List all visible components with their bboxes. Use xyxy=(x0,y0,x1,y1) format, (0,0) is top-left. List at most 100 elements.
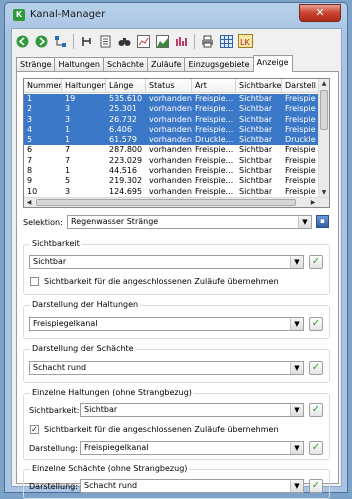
table-cell-status: vorhanden xyxy=(149,135,192,145)
tab-straenge[interactable]: Stränge xyxy=(16,57,56,72)
chevron-down-icon[interactable]: ▼ xyxy=(290,442,303,454)
table-cell-nummer: 6 xyxy=(27,145,33,155)
horizontal-scroll-thumb[interactable] xyxy=(36,199,296,206)
green-circle-arrow-left-icon[interactable] xyxy=(14,33,30,49)
chevron-down-icon[interactable]: ▼ xyxy=(298,216,311,228)
chevron-down-icon[interactable]: ▼ xyxy=(290,480,303,492)
straenge-table[interactable]: Nummer Haltungen Länge Status Art Sichtb… xyxy=(23,78,330,208)
column-header-sichtbarkeit[interactable]: Sichtbarkeit xyxy=(236,79,282,93)
einzelne-schaechte-darst-label: Darstellung: xyxy=(29,482,78,491)
table-cell-art: Freispie... xyxy=(195,124,234,134)
table-row[interactable]: 8 1 44.516 vorhanden Freispie... Sichtbar Frei… xyxy=(24,166,320,176)
column-header-nummer[interactable]: Nummer xyxy=(24,79,62,93)
vertical-scroll-thumb[interactable] xyxy=(320,90,328,130)
table-cell-darst: Freispie xyxy=(285,166,316,176)
toolbar-separator xyxy=(73,33,74,49)
apply-einzelne-schaechte-button[interactable]: ✓ xyxy=(309,479,323,493)
table-cell-haltungen: 5 xyxy=(65,176,71,186)
einzelne-schaechte-title: Einzelne Schächte (ohne Strangbezug) xyxy=(30,464,190,473)
save-icon[interactable]: ▪ xyxy=(316,215,329,228)
selektion-dropdown[interactable]: Regenwasser Stränge ▼ xyxy=(67,215,312,229)
tab-schaechte[interactable]: Schächte xyxy=(102,57,148,72)
scroll-right-icon[interactable]: ▶ xyxy=(308,198,318,207)
chevron-down-icon[interactable]: ▼ xyxy=(290,256,303,268)
printer-icon[interactable] xyxy=(199,33,215,49)
lk-tool-icon[interactable]: LK xyxy=(237,33,253,49)
column-header-haltungen[interactable]: Haltungen xyxy=(62,79,106,93)
table-row[interactable]: 2 3 25.301 vorhanden Freispie... Sichtbar Frei… xyxy=(24,104,320,115)
einzelne-haltungen-sicht-dropdown[interactable]: Sichtbar ▼ xyxy=(80,403,304,417)
table-cell-laenge: 535.610 xyxy=(109,94,143,103)
table-cell-darst: Freispie xyxy=(285,124,316,134)
apply-einzelne-haltungen-darst-button[interactable]: ✓ xyxy=(309,441,323,455)
horizontal-scrollbar[interactable]: ◀ ▶ xyxy=(24,197,329,207)
tab-zulaeufe[interactable]: Zuläufe xyxy=(146,57,186,72)
toolbar: LK xyxy=(14,31,256,51)
column-header-status[interactable]: Status xyxy=(146,79,192,93)
scroll-left-icon[interactable]: ◀ xyxy=(24,198,34,207)
apply-darstellung-schaechte-button[interactable]: ✓ xyxy=(309,361,323,375)
chevron-down-icon[interactable]: ▼ xyxy=(290,404,303,416)
sichtbarkeit-value: Sichtbar xyxy=(33,257,67,266)
tab-einzugsgebiete[interactable]: Einzugsgebiete xyxy=(184,57,254,72)
green-circle-arrow-right-icon[interactable] xyxy=(33,33,49,49)
grid-table-icon[interactable] xyxy=(218,33,234,49)
apply-sichtbarkeit-button[interactable]: ✓ xyxy=(309,255,323,269)
darstellung-schaechte-value: Schacht rund xyxy=(33,363,87,372)
table-row[interactable]: 3 3 26.732 vorhanden Freispie... Sichtbar Frei… xyxy=(24,114,320,125)
line-chart-icon[interactable] xyxy=(135,33,151,49)
table-cell-art: Freispie... xyxy=(195,155,234,165)
column-header-darstellung[interactable]: Darstell xyxy=(282,79,320,93)
table-cell-art: Freispie... xyxy=(195,114,234,124)
table-cell-haltungen: 3 xyxy=(65,104,71,114)
network-icon[interactable] xyxy=(52,33,68,49)
chevron-down-icon[interactable]: ▼ xyxy=(290,362,303,374)
binoculars-icon[interactable] xyxy=(116,33,132,49)
scroll-up-icon[interactable]: ▲ xyxy=(319,79,329,89)
chevron-down-icon[interactable]: ▼ xyxy=(290,318,303,330)
table-cell-art: Druckle... xyxy=(195,135,234,145)
table-cell-status: vorhanden xyxy=(149,124,192,134)
einzelne-haltungen-darst-dropdown[interactable]: Freispiegelkanal ▼ xyxy=(80,441,304,455)
darstellung-schaechte-dropdown[interactable]: Schacht rund ▼ xyxy=(29,361,304,375)
table-row[interactable]: 7 7 223.029 vorhanden Freispie... Sichtbar Fre… xyxy=(24,156,320,166)
table-row[interactable]: 4 1 6.406 vorhanden Freispie... Sichtbar Freis… xyxy=(24,124,320,136)
table-cell-nummer: 3 xyxy=(27,114,33,124)
close-button[interactable]: ✕ xyxy=(299,4,341,22)
table-cell-laenge: 25.301 xyxy=(109,104,137,114)
apply-darstellung-haltungen-button[interactable]: ✓ xyxy=(309,317,323,331)
area-chart-icon[interactable] xyxy=(154,33,170,49)
table-cell-haltungen: 7 xyxy=(65,155,71,165)
title-bar[interactable]: K Kanal-Manager ✕ xyxy=(5,3,347,27)
table-cell-darst: Freispie xyxy=(285,176,316,186)
column-header-art[interactable]: Art xyxy=(192,79,236,93)
vertical-scrollbar[interactable]: ▲ ▼ xyxy=(318,79,329,198)
table-cell-status: vorhanden xyxy=(149,155,192,165)
table-cell-laenge: 44.516 xyxy=(109,166,137,176)
table-row[interactable]: 9 5 219.302 vorhanden Freispie... Sichtbar Fre… xyxy=(24,176,320,186)
tab-anzeige[interactable]: Anzeige xyxy=(252,55,293,72)
darstellung-haltungen-dropdown[interactable]: Freispiegelkanal ▼ xyxy=(29,317,304,331)
einzelne-haltungen-zulaeufe-checkbox[interactable]: ✓ xyxy=(30,425,39,434)
column-header-laenge[interactable]: Länge xyxy=(106,79,146,93)
table-row[interactable]: 6 7 287.800 vorhanden Freispie... Sichtbar Fre… xyxy=(24,145,320,155)
table-row[interactable]: 5 1 61.579 vorhanden Druckle... Sichtbar Druck… xyxy=(24,135,320,146)
einzelne-haltungen-zulaeufe-label: Sichtbarkeit für die angeschlossenen Zul… xyxy=(44,425,279,434)
darstellung-schaechte-group: Darstellung der Schächte Schacht rund ▼ … xyxy=(23,344,330,383)
sichtbarkeit-group-title: Sichtbarkeit xyxy=(30,239,82,248)
table-row[interactable]: 1 19 535.610 vorhanden Freispie... Sichtbar Fr… xyxy=(24,94,320,105)
apply-einzelne-haltungen-sicht-button[interactable]: ✓ xyxy=(309,403,323,417)
einzelne-schaechte-darst-dropdown[interactable]: Schacht rund ▼ xyxy=(80,479,304,493)
sichtbarkeit-dropdown[interactable]: Sichtbar ▼ xyxy=(29,255,304,269)
document-icon[interactable] xyxy=(97,33,113,49)
selektion-value: Regenwasser Stränge xyxy=(71,217,159,226)
table-cell-art: Freispie... xyxy=(195,166,234,176)
sichtbarkeit-zulaeufe-checkbox[interactable] xyxy=(30,277,39,286)
table-cell-laenge: 223.029 xyxy=(109,155,143,165)
bar-chart-icon[interactable] xyxy=(173,33,189,49)
table-row[interactable]: 10 3 124.695 vorhanden Freispie... Sichtbar Fr… xyxy=(24,187,320,197)
tab-haltungen[interactable]: Haltungen xyxy=(54,57,104,72)
branch-icon[interactable] xyxy=(78,33,94,49)
table-cell-darst: Druckle xyxy=(285,135,316,145)
table-body: 1 19 535.610 vorhanden Freispie... Sichtbar Fr… xyxy=(24,94,320,207)
